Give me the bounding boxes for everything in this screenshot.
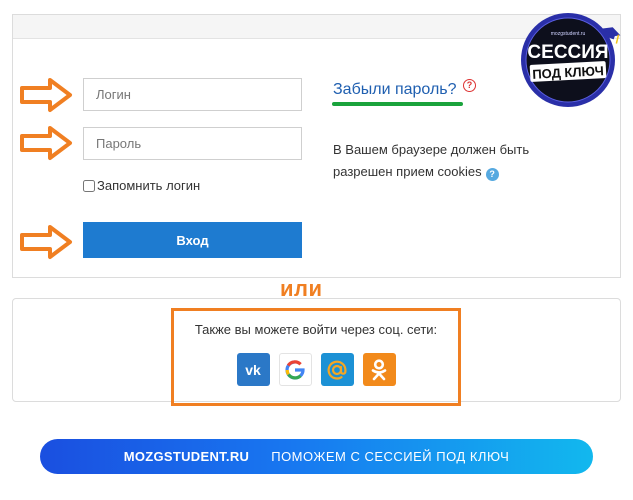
forgot-highlight-underline (332, 102, 463, 106)
forgot-password-link[interactable]: Забыли пароль? (333, 81, 457, 99)
social-login-highlight: Также вы можете войти через соц. сети: v… (171, 308, 461, 406)
password-input[interactable] (83, 127, 302, 160)
cookie-note: В Вашем браузере должен быть разрешен пр… (333, 139, 573, 183)
badge-site: mozgstudent.ru (551, 31, 586, 37)
badge-title-line1: СЕССИЯ (527, 42, 608, 63)
vk-icon: vk (245, 362, 261, 378)
odnoklassniki-login-button[interactable] (362, 353, 396, 386)
banner-slogan: ПОМОЖЕМ С СЕССИЕЙ ПОД КЛЮЧ (271, 449, 510, 464)
promo-banner[interactable]: MOZGSTUDENT.RU ПОМОЖЕМ С СЕССИЕЙ ПОД КЛЮ… (40, 439, 593, 474)
google-icon (285, 359, 305, 380)
session-badge-logo: mozgstudent.ru СЕССИЯ ПОД КЛЮЧ (521, 13, 621, 107)
svg-text:vk: vk (245, 362, 261, 378)
arrow-right-icon (20, 225, 72, 259)
at-sign-icon (327, 360, 347, 380)
remember-login[interactable]: Запомнить логин (83, 178, 200, 193)
login-button[interactable]: Вход (83, 222, 302, 258)
mailru-login-button[interactable] (320, 353, 354, 386)
cookie-help-icon[interactable]: ? (485, 168, 499, 181)
arrow-right-icon (20, 78, 72, 112)
remember-checkbox[interactable] (83, 179, 95, 192)
google-login-button[interactable] (278, 353, 312, 386)
social-icons-row: vk (174, 353, 458, 386)
banner-brand: MOZGSTUDENT.RU (123, 449, 250, 464)
remember-label: Запомнить логин (97, 178, 201, 193)
arrow-right-icon (20, 126, 72, 160)
forgot-help-icon[interactable]: ? (463, 79, 476, 92)
cookie-note-text: В Вашем браузере должен быть разрешен пр… (333, 142, 530, 179)
ok-icon (371, 358, 387, 380)
username-input[interactable] (83, 78, 302, 111)
social-login-prompt: Также вы можете войти через соц. сети: (194, 322, 438, 337)
vk-login-button[interactable]: vk (236, 353, 270, 386)
